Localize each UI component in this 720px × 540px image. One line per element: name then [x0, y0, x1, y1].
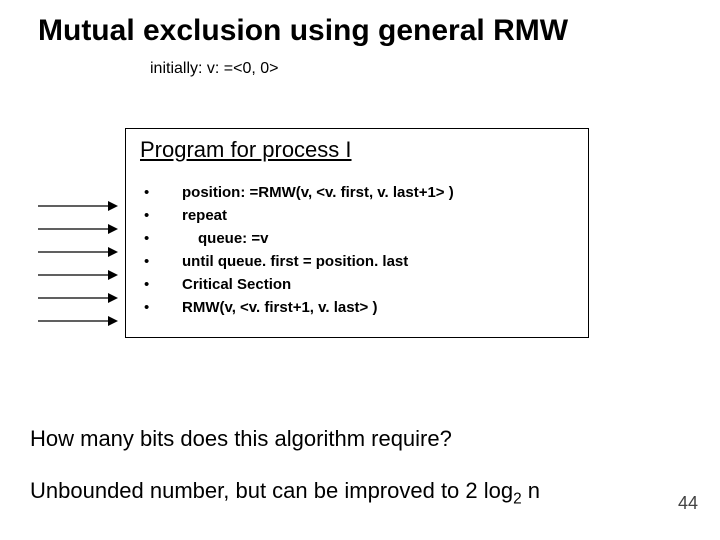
code-lines: •position: =RMW(v, <v. first, v. last+1>…: [140, 181, 574, 319]
answer-suffix: n: [522, 478, 540, 503]
arrow-icon: [36, 314, 118, 328]
answer-text: Unbounded number, but can be improved to…: [30, 478, 540, 508]
program-box: Program for process I •position: =RMW(v,…: [125, 128, 589, 338]
arrow-icon: [36, 199, 118, 213]
code-text: RMW(v, <v. first+1, v. last> ): [182, 299, 377, 316]
arrow-icon: [36, 245, 118, 259]
page-number: 44: [678, 493, 698, 514]
code-line: •RMW(v, <v. first+1, v. last> ): [144, 296, 574, 319]
question-text: How many bits does this algorithm requir…: [30, 426, 452, 452]
arrow-icon: [36, 291, 118, 305]
code-arrows: [36, 194, 118, 332]
code-text: position: =RMW(v, <v. first, v. last+1> …: [182, 184, 454, 201]
code-line: •repeat: [144, 204, 574, 227]
code-text: repeat: [182, 207, 227, 224]
code-text: until queue. first = position. last: [182, 253, 408, 270]
answer-subscript: 2: [513, 490, 522, 507]
code-text: queue: =v: [182, 230, 268, 247]
program-header: Program for process I: [140, 137, 574, 163]
initial-condition: initially: v: =<0, 0>: [0, 60, 720, 78]
code-line: •until queue. first = position. last: [144, 250, 574, 273]
code-line: •queue: =v: [144, 227, 574, 250]
code-line: •Critical Section: [144, 273, 574, 296]
slide-title: Mutual exclusion using general RMW: [0, 0, 720, 54]
code-text: Critical Section: [182, 276, 291, 293]
answer-prefix: Unbounded number, but can be improved to…: [30, 478, 513, 503]
arrow-icon: [36, 268, 118, 282]
arrow-icon: [36, 222, 118, 236]
code-line: •position: =RMW(v, <v. first, v. last+1>…: [144, 181, 574, 204]
